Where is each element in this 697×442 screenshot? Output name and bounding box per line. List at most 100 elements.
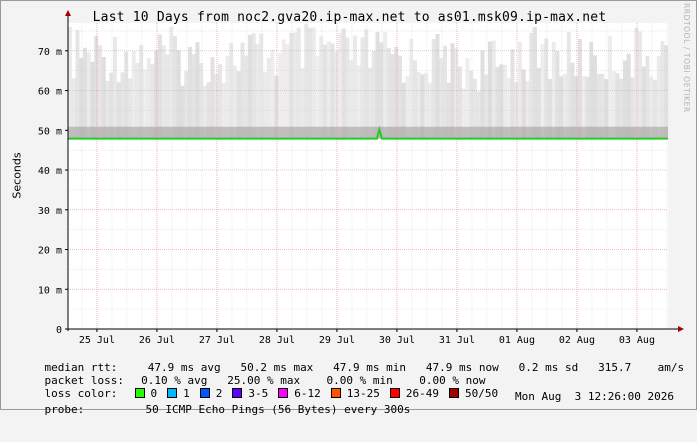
smoke-band xyxy=(169,26,174,139)
smoke-band xyxy=(578,38,582,139)
smoke-band xyxy=(566,31,571,139)
smoke-band xyxy=(491,40,496,139)
smoke-band xyxy=(191,54,196,139)
smoke-band xyxy=(75,30,80,139)
smoke-band xyxy=(626,53,631,139)
smoke-band xyxy=(270,49,275,139)
x-tick-label: 25 Jul xyxy=(79,335,115,346)
smoke-band xyxy=(210,57,215,139)
smoke-band xyxy=(79,58,84,139)
smoke-band xyxy=(278,53,282,139)
smoke-band xyxy=(296,27,301,139)
legend-probe-row: probe: 50 ICMP Echo Pings (56 Bytes) eve… xyxy=(18,390,686,416)
graph-date: Mon Aug 3 12:26:00 2026 xyxy=(515,390,674,403)
smoke-band xyxy=(158,34,162,139)
smoke-band xyxy=(101,56,106,139)
y-tick-label: 50 m xyxy=(38,126,62,137)
smoke-band xyxy=(593,55,597,139)
smoke-band xyxy=(154,50,159,139)
x-tick-label: 02 Aug xyxy=(559,335,595,346)
smoke-band xyxy=(176,50,181,139)
smoke-band xyxy=(326,41,331,139)
smoke-band xyxy=(435,34,440,139)
smoke-band xyxy=(188,46,192,139)
smoke-band xyxy=(225,56,230,139)
smoke-band xyxy=(345,37,350,139)
smoke-band xyxy=(660,41,665,139)
x-tick-label: 26 Jul xyxy=(139,335,175,346)
y-tick-label: 20 m xyxy=(38,246,62,257)
chart-title: Last 10 Days from noc2.gva20.ip-max.net … xyxy=(92,10,607,25)
smoke-band xyxy=(334,51,339,139)
smoke-band xyxy=(165,54,170,139)
smoke-band xyxy=(285,44,290,139)
y-tick-label: 60 m xyxy=(38,87,62,98)
smoke-band xyxy=(439,58,444,139)
smoke-band xyxy=(529,32,534,139)
x-tick-label: 03 Aug xyxy=(619,335,655,346)
legend-median-row: median rtt: 47.9 ms avg 50.2 ms max 47.9… xyxy=(18,348,685,374)
y-tick-label: 0 xyxy=(56,325,62,336)
smoke-band xyxy=(638,31,642,139)
smoke-band xyxy=(330,43,335,139)
smoke-band xyxy=(341,28,346,139)
smoke-band xyxy=(431,39,436,139)
rtt-chart: 0 10 m 20 m 30 m 40 m 50 m 60 m 70 m 25 Jul 26 Ju… xyxy=(38,10,684,346)
smoke-band xyxy=(68,26,72,139)
smoke-band xyxy=(293,32,297,139)
smoke-band xyxy=(383,32,387,139)
x-axis-arrow xyxy=(678,326,684,332)
smoke-band xyxy=(124,51,129,139)
smoke-band xyxy=(251,33,256,139)
smoke-band xyxy=(634,27,639,139)
smoke-band xyxy=(315,56,320,139)
smoke-band xyxy=(443,45,447,139)
smoke-band xyxy=(645,56,650,139)
smoke-band xyxy=(94,36,99,139)
smoke-band xyxy=(510,49,515,139)
legend-loss-row: packet loss: 0.10 % avg 25.00 % max 0.00… xyxy=(18,361,486,387)
smoke-band xyxy=(255,43,260,139)
smoke-band xyxy=(555,51,560,139)
x-tick-label: 29 Jul xyxy=(319,335,355,346)
y-tick-label: 40 m xyxy=(38,166,62,177)
x-tick-label: 31 Jul xyxy=(439,335,475,346)
smoke-band xyxy=(454,48,459,139)
smoke-band xyxy=(248,34,252,139)
x-tick-label: 01 Aug xyxy=(499,335,535,346)
smoke-band xyxy=(656,56,661,139)
smoke-band xyxy=(161,45,166,139)
smoke-band xyxy=(664,45,669,139)
smoke-core xyxy=(68,126,668,139)
legend-loss-color-row: loss color: 0 1 2 3-5 6-12 13-25 26-49 50/50 xyxy=(18,374,508,400)
smoke-band xyxy=(304,23,309,139)
smoke-band xyxy=(281,39,286,139)
smoke-band xyxy=(98,45,102,139)
smoke-band xyxy=(465,58,470,139)
smoke-band xyxy=(289,32,294,139)
smoke-band xyxy=(540,44,545,139)
smoke-band xyxy=(323,44,327,139)
smoke-band xyxy=(488,41,492,139)
smoke-band xyxy=(386,47,391,139)
smoke-band xyxy=(533,27,537,139)
y-tick-label: 10 m xyxy=(38,285,62,296)
y-tick-label: 30 m xyxy=(38,206,62,217)
smoke-band xyxy=(364,29,369,139)
smoke-band xyxy=(139,44,144,139)
smoke-band xyxy=(83,47,87,139)
x-tick-label: 28 Jul xyxy=(259,335,295,346)
smoke-band xyxy=(259,33,264,139)
y-axis-label: Seconds xyxy=(10,152,24,199)
smoke-band xyxy=(375,31,380,139)
smoke-band xyxy=(266,57,271,139)
x-tick-label: 30 Jul xyxy=(379,335,415,346)
smoke-band xyxy=(398,55,402,139)
x-tick-label: 27 Jul xyxy=(199,335,235,346)
smoke-band xyxy=(173,35,177,139)
smoke-band xyxy=(371,50,376,139)
smoke-band xyxy=(311,27,316,139)
smoke-band xyxy=(394,46,399,139)
smoke-band xyxy=(244,55,249,139)
smoke-band xyxy=(544,38,549,139)
